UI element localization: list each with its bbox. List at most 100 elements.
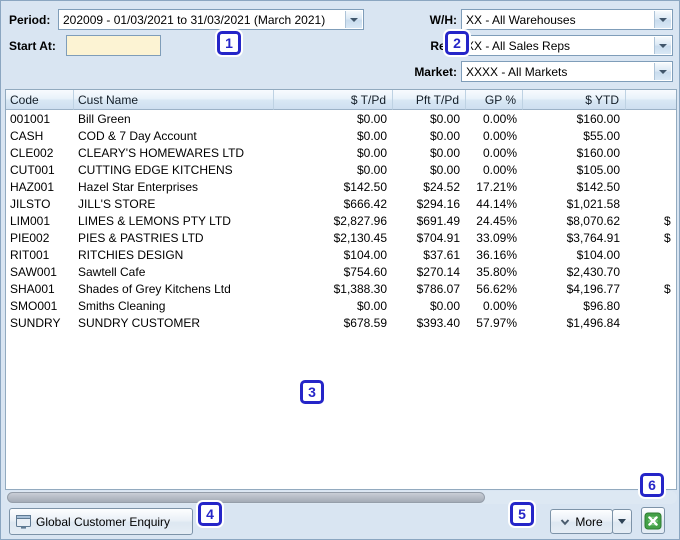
chevron-down-icon [654, 63, 671, 80]
table-cell: $55.00 [583, 128, 620, 143]
table-cell: $2,827.96 [333, 213, 387, 228]
column-header-cust-name[interactable]: Cust Name [74, 90, 274, 110]
table-cell: CUT001 [10, 162, 55, 177]
table-body: 001001 Bill Green $0.00 $0.00 0.00% $160.00 CA… [6, 110, 676, 331]
table-cell: JILL'S STORE [78, 196, 156, 211]
table-cell: 35.80% [476, 264, 517, 279]
horizontal-scrollbar[interactable] [5, 491, 677, 504]
table-cell: $3,764.91 [566, 230, 620, 245]
table-row[interactable]: LIM001 LIMES & LEMONS PTY LTD $2,827.96 $69… [6, 212, 676, 229]
annotation-marker-1: 1 [217, 31, 241, 55]
table-cell: SUNDRY [10, 315, 61, 330]
form-window-icon [16, 514, 31, 529]
table-cell: 17.21% [476, 179, 517, 194]
period-select-value: 202009 - 01/03/2021 to 31/03/2021 (March… [63, 13, 326, 27]
more-dropdown-arrow-button[interactable] [612, 509, 632, 534]
table-cell [626, 127, 676, 144]
table-cell [626, 144, 676, 161]
table-cell: 0.00% [482, 145, 517, 160]
column-header-gp-[interactable]: GP % [466, 90, 523, 110]
table-cell: $666.42 [343, 196, 387, 211]
column-header--t-pd[interactable]: $ T/Pd [274, 90, 393, 110]
export-excel-button[interactable] [641, 507, 665, 534]
table-row[interactable]: CUT001 CUTTING EDGE KITCHENS $0.00 $0.00 0.0… [6, 161, 676, 178]
table-cell: $24.52 [423, 179, 460, 194]
rep-select[interactable]: XX - All Sales Reps [461, 35, 673, 56]
table-cell: Sawtell Cafe [78, 264, 146, 279]
table-cell: $37.61 [423, 247, 460, 262]
annotation-marker-3: 3 [300, 380, 324, 404]
table-row[interactable]: 001001 Bill Green $0.00 $0.00 0.00% $160.00 [6, 110, 676, 127]
table-cell: $0.00 [356, 111, 387, 126]
table-cell [626, 246, 676, 263]
table-cell: 0.00% [482, 128, 517, 143]
annotation-marker-2: 2 [445, 31, 469, 55]
table-cell: $2,130.45 [333, 230, 387, 245]
enquiry-button-label: Global Customer Enquiry [36, 514, 171, 529]
table-cell: $691.49 [416, 213, 460, 228]
table-row[interactable]: JILSTO JILL'S STORE $666.42 $294.16 44.14% $1… [6, 195, 676, 212]
chevron-down-icon [345, 11, 362, 28]
table-cell: $160.00 [576, 111, 620, 126]
table-cell: $0.00 [356, 162, 387, 177]
table-cell: $104.00 [343, 247, 387, 262]
table-row[interactable]: SUNDRY SUNDRY CUSTOMER $678.59 $393.40 57.97… [6, 314, 676, 331]
table-row[interactable]: SMO001 Smiths Cleaning $0.00 $0.00 0.00% $96.… [6, 297, 676, 314]
table-cell [626, 297, 676, 314]
start-at-input[interactable] [66, 35, 161, 56]
table-cell: HAZ001 [10, 179, 55, 194]
table-row[interactable]: CASH COD & 7 Day Account $0.00 $0.00 0.00% $5… [6, 127, 676, 144]
scrollbar-thumb[interactable] [7, 492, 485, 503]
table-cell [626, 110, 676, 127]
table-cell: $4,196.77 [566, 281, 620, 296]
table-row[interactable]: CLE002 CLEARY'S HOMEWARES LTD $0.00 $0.00 0.… [6, 144, 676, 161]
table-cell: RIT001 [10, 247, 50, 262]
table-row[interactable]: HAZ001 Hazel Star Enterprises $142.50 $24.5… [6, 178, 676, 195]
table-cell: Shades of Grey Kitchens Ltd [78, 281, 231, 296]
table-cell: $142.50 [343, 179, 387, 194]
table-cell: 24.45% [476, 213, 517, 228]
table-cell: $104.00 [576, 247, 620, 262]
table-row[interactable]: SHA001 Shades of Grey Kitchens Ltd $1,388.… [6, 280, 676, 297]
global-customer-enquiry-window: Period: 202009 - 01/03/2021 to 31/03/202… [0, 0, 680, 540]
table-row[interactable]: PIE002 PIES & PASTRIES LTD $2,130.45 $704.9… [6, 229, 676, 246]
table-cell: $786.07 [416, 281, 460, 296]
table-cell: CUTTING EDGE KITCHENS [78, 162, 233, 177]
table-cell: $96.80 [583, 298, 620, 313]
table-cell: $1,496.84 [566, 315, 620, 330]
column-header-code[interactable]: Code [6, 90, 74, 110]
customer-table: Code Cust Name $ T/Pd Pft T/Pd GP % $ YTD 001… [5, 89, 677, 490]
table-cell: Smiths Cleaning [78, 298, 166, 313]
table-cell: SUNDRY CUSTOMER [78, 315, 201, 330]
warehouse-select-value: XX - All Warehouses [466, 13, 576, 27]
chevron-down-icon [654, 11, 671, 28]
table-cell: RITCHIES DESIGN [78, 247, 184, 262]
table-cell: 57.97% [476, 315, 517, 330]
table-cell: $160.00 [576, 145, 620, 160]
column-header-extra[interactable] [626, 90, 676, 110]
table-cell: $0.00 [429, 145, 460, 160]
annotation-marker-6: 6 [640, 473, 664, 497]
table-cell: $8,070.62 [566, 213, 620, 228]
more-button-label: More [575, 514, 603, 529]
table-cell: $ [664, 213, 671, 228]
table-row[interactable]: RIT001 RITCHIES DESIGN $104.00 $37.61 36.16%… [6, 246, 676, 263]
table-row[interactable]: SAW001 Sawtell Cafe $754.60 $270.14 35.80% $2… [6, 263, 676, 280]
market-label: Market: [414, 65, 457, 79]
table-cell: PIES & PASTRIES LTD [78, 230, 204, 245]
chevron-down-icon [654, 37, 671, 54]
table-cell: $0.00 [429, 128, 460, 143]
more-button[interactable]: More [550, 509, 613, 534]
table-header-row: Code Cust Name $ T/Pd Pft T/Pd GP % $ YTD [6, 90, 676, 110]
table-cell: $142.50 [576, 179, 620, 194]
table-cell: Hazel Star Enterprises [78, 179, 199, 194]
market-select[interactable]: XXXX - All Markets [461, 61, 673, 82]
warehouse-select[interactable]: XX - All Warehouses [461, 9, 673, 30]
table-cell: $0.00 [429, 111, 460, 126]
column-header-pft-t-pd[interactable]: Pft T/Pd [393, 90, 466, 110]
table-cell: SMO001 [10, 298, 58, 313]
global-customer-enquiry-button[interactable]: Global Customer Enquiry [9, 508, 193, 535]
period-select[interactable]: 202009 - 01/03/2021 to 31/03/2021 (March… [58, 9, 364, 30]
column-header--ytd[interactable]: $ YTD [523, 90, 626, 110]
table-cell: PIE002 [10, 230, 50, 245]
